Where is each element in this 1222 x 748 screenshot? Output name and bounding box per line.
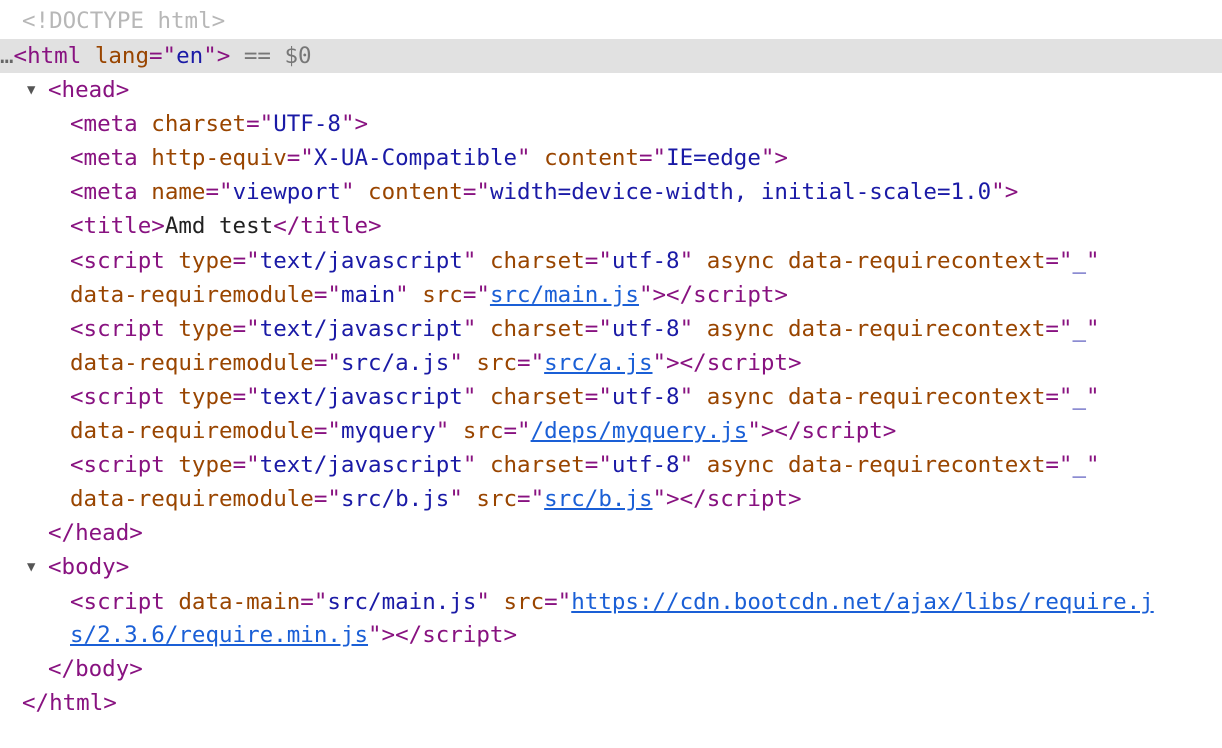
data-main-value: src/main.js — [327, 589, 477, 615]
script-type-value: text/javascript — [259, 248, 463, 274]
script-async-attr: async — [706, 248, 775, 274]
doctype-node[interactable]: <!DOCTYPE html> — [0, 4, 1222, 38]
meta-content-value: IE=edge — [666, 145, 761, 171]
data-main-attr: data-main — [178, 589, 301, 615]
script-module-attr: data-requiremodule — [70, 418, 314, 444]
require-cdn-link[interactable]: https://cdn.bootcdn.net/ajax/libs/requir… — [571, 589, 1153, 615]
head-script-1-node[interactable]: <script type="text/javascript" charset="… — [0, 244, 1222, 278]
meta-viewport-content-value: width=device-width, initial-scale=1.0 — [489, 179, 992, 205]
script-context-value: _ — [1072, 384, 1087, 410]
selected-node-marker: == $0 — [243, 43, 312, 69]
title-text: Amd test — [164, 213, 274, 239]
body-close-tag-name: body — [75, 656, 130, 682]
title-node[interactable]: <title>Amd test</title> — [0, 209, 1222, 243]
body-node[interactable]: ▼ <body> — [0, 550, 1222, 584]
html-node-selected[interactable]: …<html lang="en"> == $0 — [0, 39, 1222, 73]
head-script-3-node-cont[interactable]: data-requiremodule="myquery" src="/deps/… — [0, 414, 1222, 448]
head-tag-name: head — [61, 77, 116, 103]
body-tag-name: body — [61, 554, 116, 580]
script-async-attr: async — [706, 316, 775, 342]
meta-viewport-node[interactable]: <meta name="viewport" content="width=dev… — [0, 175, 1222, 209]
head-script-4-node[interactable]: <script type="text/javascript" charset="… — [0, 448, 1222, 482]
script-charset-value: utf-8 — [611, 452, 680, 478]
script-charset-value: utf-8 — [611, 248, 680, 274]
script-module-value: src/b.js — [340, 486, 450, 512]
head-script-2-node-cont[interactable]: data-requiremodule="src/a.js" src="src/a… — [0, 346, 1222, 380]
script-type-value: text/javascript — [259, 316, 463, 342]
script-context-attr: data-requirecontext — [787, 452, 1046, 478]
meta-viewport-content-attr: content — [368, 179, 463, 205]
script-src-link[interactable]: src/main.js — [490, 282, 639, 308]
head-node[interactable]: ▼ <head> — [0, 73, 1222, 107]
script-module-attr: data-requiremodule — [70, 350, 314, 376]
script-charset-value: utf-8 — [611, 384, 680, 410]
expand-triangle-icon[interactable]: ▼ — [27, 73, 35, 107]
script-context-attr: data-requirecontext — [787, 248, 1046, 274]
html-tag-name: html — [27, 43, 82, 69]
meta-charset-value: UTF-8 — [273, 111, 341, 137]
body-script-node-cont[interactable]: s/2.3.6/require.min.js"></script> — [0, 618, 1222, 652]
meta-name-attr: name — [151, 179, 206, 205]
script-context-value: _ — [1072, 248, 1087, 274]
script-context-value: _ — [1072, 316, 1087, 342]
more-options-icon[interactable]: … — [0, 43, 14, 69]
script-context-attr: data-requirecontext — [787, 316, 1046, 342]
body-script-node[interactable]: <script data-main="src/main.js" src="htt… — [0, 585, 1222, 619]
script-module-attr: data-requiremodule — [70, 282, 314, 308]
script-context-attr: data-requirecontext — [787, 384, 1046, 410]
html-close-tag-name: html — [49, 690, 104, 716]
script-src-link[interactable]: src/a.js — [544, 350, 652, 376]
meta-charset-attr: charset — [151, 111, 247, 137]
script-async-attr: async — [706, 384, 775, 410]
head-script-3-node[interactable]: <script type="text/javascript" charset="… — [0, 380, 1222, 414]
expand-triangle-icon[interactable]: ▼ — [27, 550, 35, 584]
script-type-value: text/javascript — [259, 452, 463, 478]
script-module-attr: data-requiremodule — [70, 486, 314, 512]
html-lang-attr: lang — [94, 43, 150, 69]
script-context-value: _ — [1072, 452, 1087, 478]
script-module-value: src/a.js — [340, 350, 450, 376]
html-close-node[interactable]: </html> — [0, 686, 1222, 720]
head-close-node[interactable]: </head> — [0, 516, 1222, 550]
script-src-link[interactable]: src/b.js — [544, 486, 652, 512]
script-module-value: myquery — [340, 418, 436, 444]
body-close-node[interactable]: </body> — [0, 652, 1222, 686]
meta-http-equiv-attr: http-equiv — [151, 145, 287, 171]
head-close-tag-name: head — [75, 520, 130, 546]
script-charset-value: utf-8 — [611, 316, 680, 342]
meta-http-equiv-value: X-UA-Compatible — [313, 145, 518, 171]
script-async-attr: async — [706, 452, 775, 478]
head-script-4-node-cont[interactable]: data-requiremodule="src/b.js" src="src/b… — [0, 482, 1222, 516]
doctype-text: <!DOCTYPE html> — [22, 8, 226, 34]
meta-http-equiv-node[interactable]: <meta http-equiv="X-UA-Compatible" conte… — [0, 141, 1222, 175]
require-cdn-link-cont[interactable]: s/2.3.6/require.min.js — [70, 622, 368, 648]
elements-panel-dom-tree: <!DOCTYPE html> …<html lang="en"> == $0 … — [0, 0, 1222, 748]
script-src-link[interactable]: /deps/myquery.js — [531, 418, 748, 444]
script-module-value: main — [340, 282, 396, 308]
html-lang-value: en — [176, 43, 204, 69]
meta-name-value: viewport — [232, 179, 341, 205]
head-script-2-node[interactable]: <script type="text/javascript" charset="… — [0, 312, 1222, 346]
script-type-value: text/javascript — [259, 384, 463, 410]
meta-charset-node[interactable]: <meta charset="UTF-8"> — [0, 107, 1222, 141]
head-script-1-node-cont[interactable]: data-requiremodule="main" src="src/main.… — [0, 278, 1222, 312]
meta-content-attr: content — [544, 145, 639, 171]
